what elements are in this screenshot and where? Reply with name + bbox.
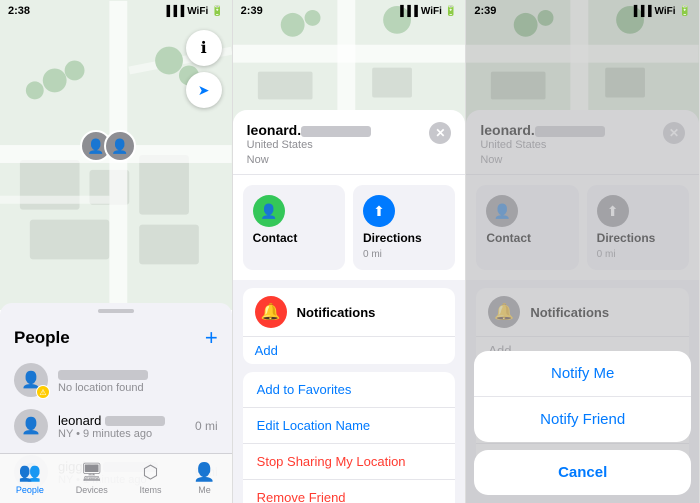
sheet-location-2: United States [247,139,371,151]
directions-sub-2: 0 mi [363,249,445,260]
avatar-cluster: 👤 👤 [80,130,136,162]
directions-label-2: Directions [363,231,445,245]
avatar: 👤 [14,409,48,443]
arrow-up-icon: ⬆ [373,203,385,220]
person-info: leonard NY • 9 minutes ago [58,413,185,440]
wifi-icon-3: WiFi [655,6,676,17]
notif-title-2: Notifications [297,305,376,320]
notif-icon-2: 🔔 [255,296,287,328]
status-time-3: 2:39 [474,5,496,17]
tab-people[interactable]: 👥 People [16,462,44,495]
info-button[interactable]: ℹ [186,30,222,66]
people-tab-icon: 👥 [19,462,41,483]
detail-sheet-2: leonard. United States ✕ Now 👤 Contact ⬆… [233,110,466,503]
status-time-1: 2:38 [8,5,30,17]
battery-icon-2: 🔋 [445,6,457,17]
map-controls: ℹ ➤ [186,30,222,108]
contact-card-2[interactable]: 👤 Contact [243,185,345,270]
battery-icon: 🔋 [211,6,223,17]
sheet-person-name-2: leonard. [247,122,371,138]
tab-me-label: Me [198,485,211,495]
notif-row-2: 🔔 Notifications [243,288,456,336]
status-bar-2: 2:39 ▐▐▐ WiFi 🔋 [233,0,466,22]
person-name: leonard [58,413,185,428]
people-title: People [14,328,70,348]
directions-card-2[interactable]: ⬆ Directions 0 mi [353,185,455,270]
blurred-name [105,416,165,426]
action-sheet-options: Notify Me Notify Friend [474,351,691,442]
status-icons-1: ▐▐▐ WiFi 🔋 [163,6,224,17]
blurred-name-2 [301,126,371,137]
blurred-name [58,370,148,380]
wifi-icon: WiFi [187,6,208,17]
notify-me-button[interactable]: Notify Me [474,351,691,397]
status-time-2: 2:39 [241,5,263,17]
items-tab-icon: ⬡ [143,462,159,483]
tab-bar: 👥 People 🖥 Devices ⬡ Items 👤 Me [0,453,232,503]
sheet-time-2: Now [247,154,452,166]
location-badge: ⚠ [36,385,50,399]
action-grid-2: 👤 Contact ⬆ Directions 0 mi [233,175,466,280]
devices-tab-icon: 🖥 [80,462,103,483]
wifi-icon-2: WiFi [421,6,442,17]
menu-list-2: Add to Favorites Edit Location Name Stop… [243,372,456,503]
panel-2: 2:39 ▐▐▐ WiFi 🔋 leonard. United States ✕… [233,0,467,503]
menu-item-location-name-2[interactable]: Edit Location Name [243,408,456,444]
signal-icon: ▐▐▐ [163,6,184,17]
tab-devices-label: Devices [76,485,108,495]
me-tab-icon: 👤 [193,462,215,483]
person-name-blur [58,367,218,382]
sheet-header-2: leonard. United States ✕ Now [233,110,466,175]
avatar: 👤 ⚠ [14,363,48,397]
people-header: People + [0,313,232,357]
notif-add-2[interactable]: Add [243,336,456,364]
arrow-icon: ➤ [198,82,210,99]
menu-item-stop-sharing-2[interactable]: Stop Sharing My Location [243,444,456,480]
drag-handle [98,309,134,313]
contact-icon-2: 👤 [253,195,285,227]
tab-people-label: People [16,485,44,495]
status-bar-1: 2:38 ▐▐▐ WiFi 🔋 [0,0,232,22]
close-button-2[interactable]: ✕ [429,122,451,144]
signal-icon-3: ▐▐▐ [630,6,651,17]
status-bar-3: 2:39 ▐▐▐ WiFi 🔋 [466,0,699,22]
avatar-2: 👤 [104,130,136,162]
tab-me[interactable]: 👤 Me [193,462,215,495]
panel-1: 2:38 ▐▐▐ WiFi 🔋 ℹ ➤ 👤 👤 People + [0,0,233,503]
menu-item-remove-friend-2[interactable]: Remove Friend [243,480,456,503]
directions-icon-2: ⬆ [363,195,395,227]
list-item[interactable]: 👤 leonard NY • 9 minutes ago 0 mi [0,403,232,449]
action-sheet: Notify Me Notify Friend Cancel [466,351,699,503]
status-icons-3: ▐▐▐ WiFi 🔋 [630,6,691,17]
person-icon: 👤 [260,203,277,220]
person-info: No location found [58,367,218,394]
menu-item-favorites-2[interactable]: Add to Favorites [243,372,456,408]
info-icon: ℹ [201,38,207,58]
notifications-section-2: 🔔 Notifications Add [243,288,456,364]
person-sub: NY • 9 minutes ago [58,428,185,440]
tab-items-label: Items [140,485,162,495]
location-button[interactable]: ➤ [186,72,222,108]
status-icons-2: ▐▐▐ WiFi 🔋 [397,6,458,17]
signal-icon-2: ▐▐▐ [397,6,418,17]
cancel-button[interactable]: Cancel [474,450,691,495]
list-item[interactable]: 👤 ⚠ No location found [0,357,232,403]
panel-3: 2:39 ▐▐▐ WiFi 🔋 leonard. United States ✕… [466,0,700,503]
notif-info-2: Notifications [297,305,376,320]
contact-label-2: Contact [253,231,335,245]
battery-icon-3: 🔋 [679,6,691,17]
tab-items[interactable]: ⬡ Items [140,462,162,495]
notify-friend-button[interactable]: Notify Friend [474,397,691,442]
add-person-button[interactable]: + [205,325,218,351]
tab-devices[interactable]: 🖥 Devices [76,462,108,495]
person-distance: 0 mi [195,419,218,433]
person-sub: No location found [58,382,218,394]
